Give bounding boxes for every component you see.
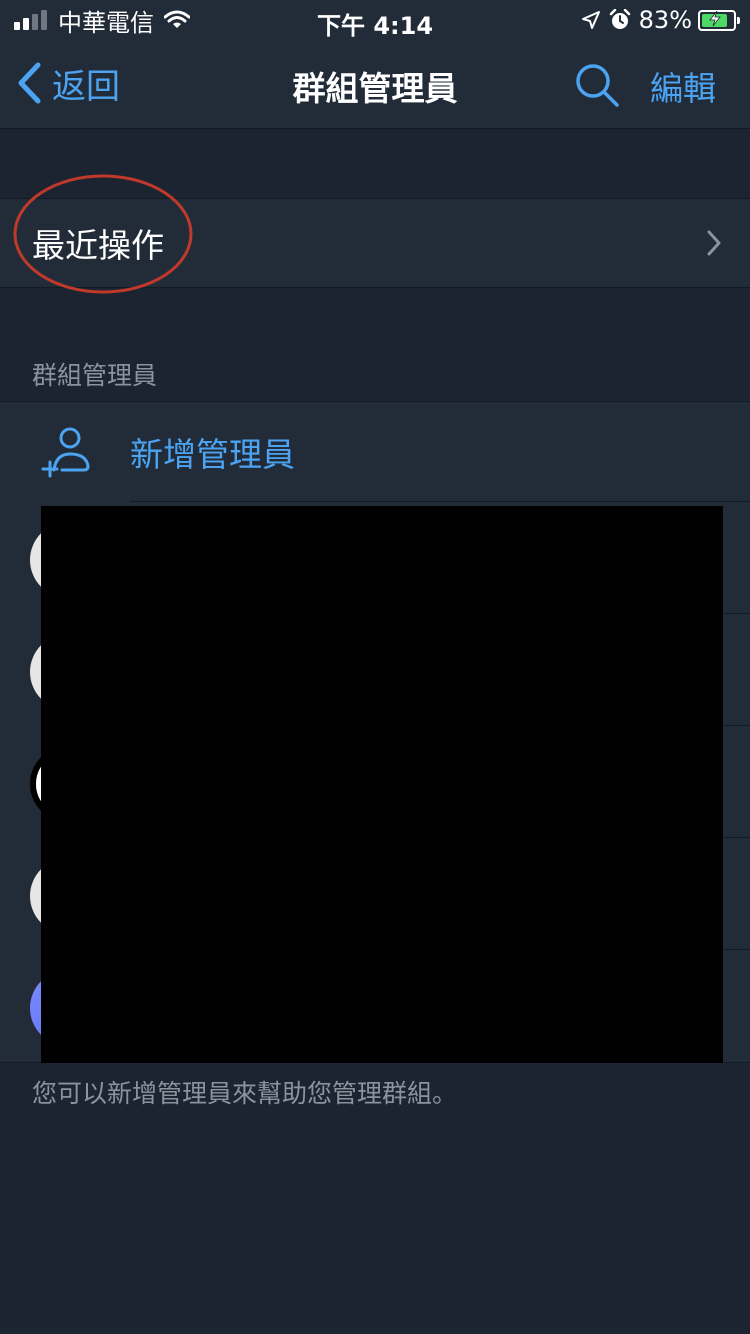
charging-bolt-icon <box>709 10 721 26</box>
add-person-icon <box>41 427 90 478</box>
search-icon[interactable] <box>574 62 620 108</box>
add-admin-button[interactable]: 新增管理員 <box>0 402 750 501</box>
alarm-clock-icon <box>609 9 630 29</box>
page-title: 群組管理員 <box>292 69 458 108</box>
battery-tip <box>737 16 740 24</box>
admin-list: 新增管理員 <box>0 401 750 1063</box>
add-admin-label: 新增管理員 <box>130 435 295 474</box>
redaction-box <box>41 506 723 1063</box>
recent-actions-label: 最近操作 <box>32 226 164 265</box>
edit-button[interactable]: 編輯 <box>650 62 716 110</box>
recent-actions-row[interactable]: 最近操作 <box>0 198 750 288</box>
status-bar-right: 83% <box>581 6 740 34</box>
chevron-right-icon <box>707 230 721 256</box>
location-arrow-icon <box>581 11 600 29</box>
admins-section-header: 群組管理員 <box>32 361 158 390</box>
screen: 中華電信 下午 4:14 83% 返回 群組管理員 編輯 最近操作 群組管理員 … <box>0 0 750 1334</box>
admins-footer-note: 您可以新增管理員來幫助您管理群組。 <box>32 1079 458 1108</box>
row-separator <box>130 501 750 502</box>
navigation-bar: 返回 群組管理員 編輯 <box>0 40 750 129</box>
battery-percent: 83% <box>638 6 692 34</box>
status-bar: 中華電信 下午 4:14 83% <box>0 0 750 40</box>
battery-charging-icon <box>698 9 740 31</box>
